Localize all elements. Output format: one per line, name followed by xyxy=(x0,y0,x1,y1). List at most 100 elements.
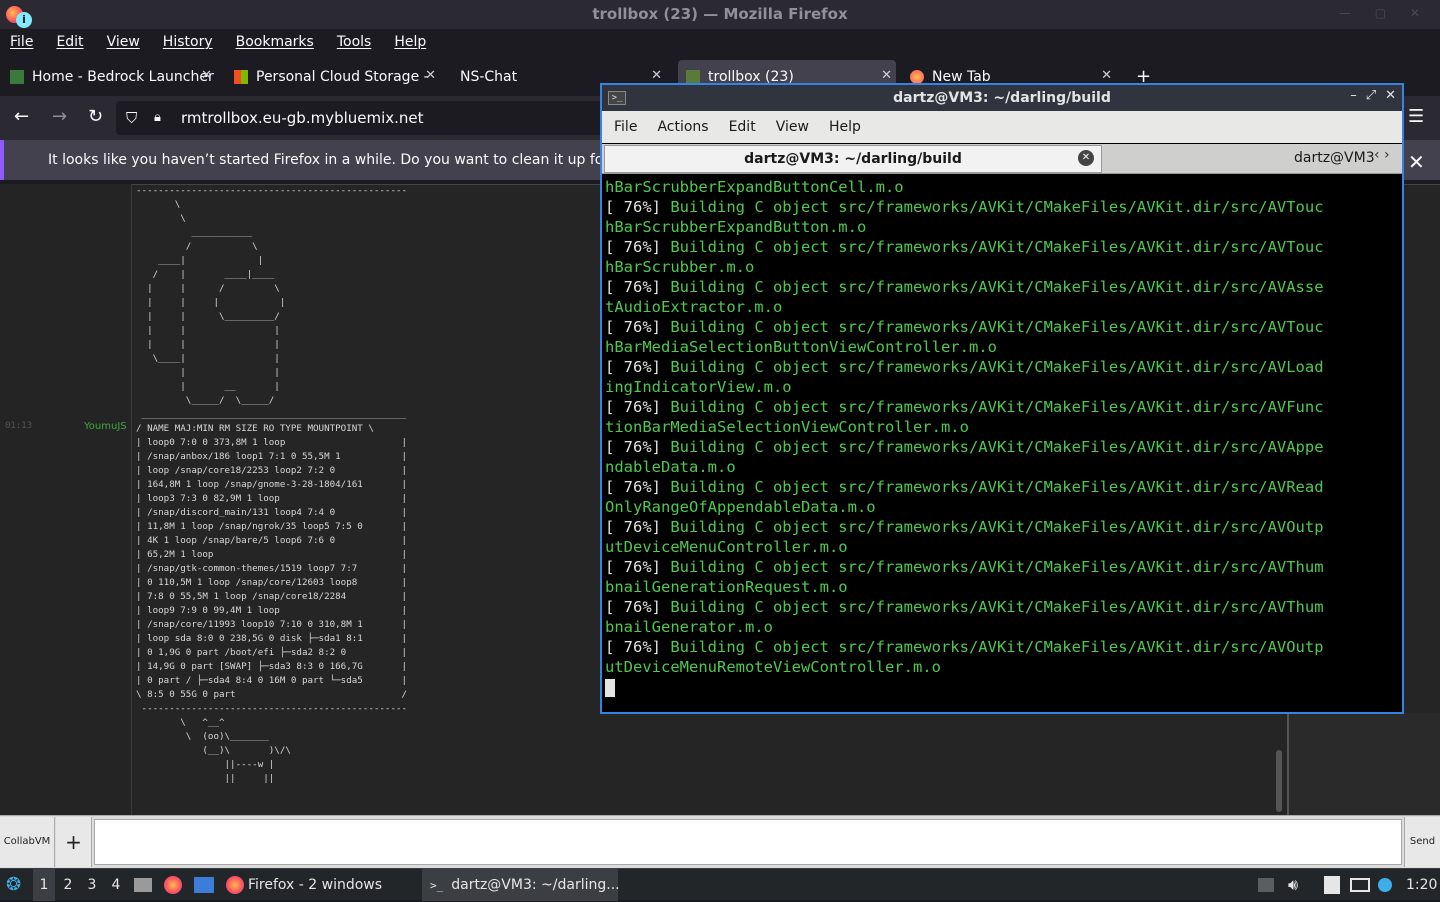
menu-bookmarks[interactable]: Bookmarks xyxy=(236,34,314,50)
chat-message-input[interactable] xyxy=(94,819,1402,865)
lsblk-table-line: | 4K 1 loop /snap/bare/5 loop6 7:6 0 | xyxy=(136,535,406,546)
build-message: hBarScrubberExpandButtonCell.m.o xyxy=(605,178,904,196)
terminal-tab-second[interactable]: dartz@VM3 xyxy=(1104,145,1374,173)
terminal-title: dartz@VM3: ~/darling/build xyxy=(893,90,1111,106)
minimize-icon[interactable]: – xyxy=(1350,88,1357,103)
terminal-menu-view[interactable]: View xyxy=(776,119,809,135)
lsblk-table-line: | /snap/discord_main/131 loop4 7:4 0 | xyxy=(136,507,406,518)
menu-help[interactable]: Help xyxy=(394,34,426,50)
shield-icon[interactable]: ⛉ xyxy=(126,101,137,135)
build-message: utDeviceMenuRemoteViewController.m.o xyxy=(605,658,941,676)
reload-icon[interactable]: ↻ xyxy=(88,106,103,127)
url-text: rmtrollbox.eu-gb.mybluemix.net xyxy=(181,109,424,127)
send-button[interactable]: Send xyxy=(1404,817,1440,867)
build-progress: [ 76%] xyxy=(605,198,671,216)
terminal-line: bnailGenerator.m.o xyxy=(605,617,1400,637)
terminal-line: [ 76%] Building C object src/frameworks/… xyxy=(605,477,1400,497)
terminal-line: hBarScrubberExpandButton.m.o xyxy=(605,217,1400,237)
build-message: tionBarMediaSelectionViewController.m.o xyxy=(605,418,969,436)
build-progress: [ 76%] xyxy=(605,358,671,376)
add-button[interactable]: + xyxy=(56,817,92,867)
terminal-line: [ 76%] Building C object src/frameworks/… xyxy=(605,517,1400,537)
tab-close-icon[interactable]: ✕ xyxy=(201,68,212,83)
notification-close-icon[interactable]: ✕ xyxy=(1408,150,1425,174)
file-manager-icon[interactable] xyxy=(134,869,152,901)
terminal-line: [ 76%] Building C object src/frameworks/… xyxy=(605,397,1400,417)
terminal-tab-active[interactable]: dartz@VM3: ~/darling/build xyxy=(604,145,1102,173)
workspace-1[interactable]: 1 xyxy=(33,869,55,901)
menu-history[interactable]: History xyxy=(163,34,213,50)
build-message: hBarScrubber.m.o xyxy=(605,258,755,276)
build-message: tAudioExtractor.m.o xyxy=(605,298,783,316)
clock: 1:20 xyxy=(1406,877,1438,893)
ascii-art-cow: \ ^__^ \ (oo)\_______ (__)\ )\/\ ||----w… xyxy=(180,717,291,784)
message-username[interactable]: YoumuJS xyxy=(84,421,127,432)
trollbox-icon xyxy=(686,69,700,84)
tab-personal-cloud[interactable]: Personal Cloud Storage - ✕ xyxy=(234,60,440,93)
build-message: Building C object src/frameworks/AVKit/C… xyxy=(670,478,1324,496)
workspace-2[interactable]: 2 xyxy=(57,869,79,901)
terminal-menu-actions[interactable]: Actions xyxy=(657,119,708,135)
chat-scrollbar[interactable] xyxy=(1276,750,1282,812)
taskbar-terminal-label: dartz@VM3: ~/darling... xyxy=(451,877,620,893)
hamburger-menu-icon[interactable]: ☰ xyxy=(1408,106,1424,127)
tab-close-icon[interactable]: ✕ xyxy=(881,68,892,83)
menu-file[interactable]: File xyxy=(10,34,33,50)
terminal-window-controls: – ⤢ ✕ xyxy=(1341,88,1396,103)
display-icon[interactable] xyxy=(1350,869,1370,901)
menu-edit[interactable]: Edit xyxy=(56,34,83,50)
build-message: hBarMediaSelectionButtonViewController.m… xyxy=(605,338,997,356)
lock-icon[interactable]: 🔒︎ xyxy=(154,101,161,135)
terminal-app-icon: >_ xyxy=(608,91,626,105)
menu-view[interactable]: View xyxy=(107,34,140,50)
url-bar[interactable]: ⛉ 🔒︎ rmtrollbox.eu-gb.mybluemix.net xyxy=(116,101,616,135)
tab-home-bedrock[interactable]: Home - Bedrock Launcher ✕ xyxy=(10,60,216,93)
terminal-menu-help[interactable]: Help xyxy=(829,119,861,135)
lsblk-table-line: | loop0 7:0 0 373,8M 1 loop | xyxy=(136,437,406,448)
terminal-cursor xyxy=(605,678,615,697)
terminal-line: hBarScrubberExpandButtonCell.m.o xyxy=(605,177,1400,197)
firefox-launcher-icon[interactable] xyxy=(164,869,182,901)
workspace-3[interactable]: 3 xyxy=(81,869,103,901)
tab-close-icon[interactable]: ✕ xyxy=(425,68,436,83)
terminal-line: tionBarMediaSelectionViewController.m.o xyxy=(605,417,1400,437)
forward-arrow-icon[interactable]: → xyxy=(52,106,67,127)
terminal-output[interactable]: hBarScrubberExpandButtonCell.m.o [ 76%] B… xyxy=(605,177,1400,712)
build-message: bnailGenerationRequest.m.o xyxy=(605,578,848,596)
terminal-tab-bar: dartz@VM3: ~/darling/build ✕ dartz@VM3 ‹… xyxy=(602,144,1402,174)
build-message: Building C object src/frameworks/AVKit/C… xyxy=(670,238,1324,256)
tab-close-icon[interactable]: ✕ xyxy=(651,68,662,83)
build-message: Building C object src/frameworks/AVKit/C… xyxy=(670,358,1324,376)
build-progress: [ 76%] xyxy=(605,558,671,576)
close-icon[interactable]: ✕ xyxy=(1385,88,1396,103)
taskbar-firefox-windows[interactable]: Firefox - 2 windows xyxy=(226,869,382,901)
ascii-art-top: ----------------------------------------… xyxy=(136,185,406,406)
terminal-taskbar-icon: >_ xyxy=(430,879,444,892)
collabvm-button[interactable]: CollabVM xyxy=(0,817,55,867)
terminal-tab-close-icon[interactable]: ✕ xyxy=(1078,150,1094,166)
notification-icon[interactable] xyxy=(1378,869,1392,901)
volume-icon[interactable]: 🔊︎ xyxy=(1288,869,1298,901)
terminal-line: ingIndicatorView.m.o xyxy=(605,377,1400,397)
firefox-menu-bar: File Edit View History Bookmarks Tools H… xyxy=(0,29,1440,54)
app-menu-icon[interactable]: ❂ xyxy=(6,869,21,901)
terminal-line: utDeviceMenuController.m.o xyxy=(605,537,1400,557)
clipboard-icon[interactable] xyxy=(1324,869,1340,901)
tab-scroll-arrows-icon[interactable]: ‹ › xyxy=(1374,147,1390,163)
tab-close-icon[interactable]: ✕ xyxy=(1101,68,1112,83)
back-arrow-icon[interactable]: ← xyxy=(14,106,29,127)
menu-tools[interactable]: Tools xyxy=(337,34,372,50)
workspace-4[interactable]: 4 xyxy=(105,869,127,901)
show-desktop-icon[interactable] xyxy=(194,869,214,901)
terminal-menu-bar: File Actions Edit View Help xyxy=(602,111,1402,143)
taskbar-terminal[interactable]: >_ dartz@VM3: ~/darling... xyxy=(422,869,620,901)
terminal-menu-edit[interactable]: Edit xyxy=(729,119,756,135)
maximize-icon[interactable]: ⤢ xyxy=(1366,88,1376,103)
build-progress: [ 76%] xyxy=(605,278,671,296)
lsblk-table-line: | /snap/core/11993 loop10 7:10 0 310,8M … xyxy=(136,619,406,630)
terminal-menu-file[interactable]: File xyxy=(614,119,637,135)
tray-up-icon[interactable] xyxy=(1258,869,1274,901)
lsblk-table-line: | loop /snap/core18/2253 loop2 7:2 0 | xyxy=(136,465,406,476)
build-message: ingIndicatorView.m.o xyxy=(605,378,792,396)
window-controls[interactable]: — ▢ ✕ xyxy=(1339,6,1430,20)
